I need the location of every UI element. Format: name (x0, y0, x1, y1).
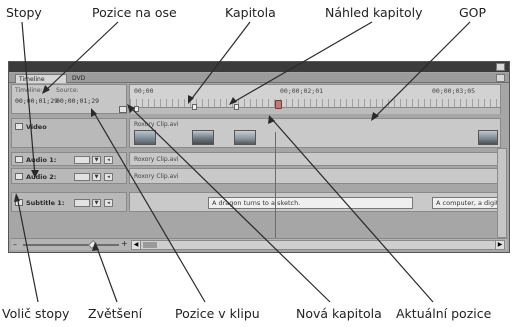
dropdown-icon[interactable]: ▼ (92, 199, 101, 207)
track-header-video[interactable]: Video (11, 118, 127, 148)
panel-titlebar (9, 62, 509, 72)
timecode-area: Timeline: Source: 00;00;01;29 00;00;01;2… (11, 84, 127, 114)
leader-zvetseni (95, 244, 118, 303)
ruler-ticks (130, 99, 500, 107)
ruler-end-label: 00;00;03;05 (432, 87, 476, 95)
tab-timeline[interactable]: Timeline (15, 74, 67, 83)
annotation-volic-stopy: Volič stopy (2, 306, 70, 321)
dropdown-icon[interactable]: ▼ (92, 156, 101, 164)
annotation-pozice-v-klipu: Pozice v klipu (175, 306, 260, 321)
track-name-subtitle-1: Subtitle 1: (26, 199, 65, 207)
annotation-aktualni-pozice: Aktuální pozice (396, 306, 492, 321)
subtitle-clip[interactable]: A dragon turns to a sketch. (208, 197, 413, 209)
track-header-audio-1[interactable]: Audio 1: ▼ ◂ (11, 152, 127, 166)
speaker-icon[interactable]: ◂ (104, 173, 113, 181)
clip-thumbnail (234, 130, 256, 145)
track-name-audio-1: Audio 1: (26, 156, 57, 164)
ruler-start-label: 00;00 (134, 87, 154, 95)
annotation-stopy: Stopy (6, 5, 42, 20)
horizontal-scrollbar[interactable]: ◀ ▶ (131, 240, 505, 250)
bottom-bar: – + ◀ ▶ (11, 238, 507, 250)
subtitle-clip[interactable]: A computer, a digital... (432, 197, 498, 209)
zoom-out-icon[interactable]: – (13, 241, 17, 249)
track-header-audio-2[interactable]: Audio 2: ▼ ◂ (11, 168, 127, 184)
chapter-preview-marker[interactable] (234, 104, 239, 110)
clip-thumbnail (192, 130, 214, 145)
track-name-video: Video (26, 123, 47, 131)
speaker-icon[interactable]: ◂ (104, 156, 113, 164)
timeline-label: Timeline: (15, 87, 43, 94)
clip-label: Roxory Clip.avi (134, 121, 179, 128)
scroll-right-icon[interactable]: ▶ (495, 241, 504, 249)
timeline-panel: Timeline DVD Timeline: Source: 00;00;01;… (8, 61, 510, 253)
zoom-in-icon[interactable]: + (121, 240, 128, 248)
track-body-video[interactable]: Roxory Clip.avi (129, 118, 501, 148)
source-label: Source: (56, 87, 79, 94)
vertical-scrollbar[interactable] (497, 148, 507, 238)
clip-label: Roxory Clip.avi (134, 173, 179, 180)
panel-close-icon[interactable] (496, 63, 505, 71)
tab-row: Timeline DVD (9, 73, 509, 83)
track-expand-icon[interactable] (15, 123, 23, 130)
playhead-line (275, 132, 276, 244)
track-name-audio-2: Audio 2: (26, 173, 57, 181)
ruler-mid-label: 00;00;02;01 (280, 87, 324, 95)
annotation-gop: GOP (459, 5, 487, 20)
track-expand-icon[interactable] (15, 199, 23, 206)
zoom-slider[interactable] (23, 244, 119, 246)
playhead-handle[interactable] (275, 100, 282, 109)
track-body-subtitle-1[interactable]: A dragon turns to a sketch. A computer, … (129, 192, 501, 212)
annotation-zvetseni: Zvětšení (88, 306, 143, 321)
add-chapter-button[interactable] (119, 106, 127, 113)
speaker-icon[interactable]: ◂ (104, 199, 113, 207)
annotation-kapitola: Kapitola (225, 5, 276, 20)
chapter-strip[interactable] (130, 107, 500, 136)
track-body-audio-2[interactable]: Roxory Clip.avi (129, 168, 501, 184)
clip-label: Roxory Clip.avi (134, 156, 179, 163)
timeline-ruler[interactable]: 00;00 00;00;02;01 00;00;03;05 (129, 84, 501, 136)
track-selector-checkbox[interactable] (15, 173, 23, 180)
close-icon[interactable] (496, 74, 505, 82)
clip-thumbnail (134, 130, 156, 145)
chapter-marker[interactable] (192, 104, 197, 110)
annotation-nahled-kapitoly: Náhled kapitoly (325, 5, 423, 20)
track-body-audio-1[interactable]: Roxory Clip.avi (129, 152, 501, 166)
scrollbar-thumb[interactable] (143, 242, 157, 248)
scroll-left-icon[interactable]: ◀ (132, 241, 141, 249)
track-header-subtitle-1[interactable]: Subtitle 1: ▼ ◂ (11, 192, 127, 212)
track-selector[interactable] (74, 173, 90, 181)
clip-thumbnail (478, 130, 498, 145)
track-selector[interactable] (74, 156, 90, 164)
zoom-slider-thumb[interactable] (87, 239, 98, 250)
dropdown-icon[interactable]: ▼ (92, 173, 101, 181)
annotation-pozice-na-ose: Pozice na ose (92, 5, 177, 20)
clip-position-value: 00;00;01;29 (56, 97, 100, 105)
annotation-nova-kapitola: Nová kapitola (296, 306, 382, 321)
chapter-marker-start[interactable] (134, 106, 139, 112)
track-expand-icon[interactable] (15, 156, 23, 163)
track-selector[interactable] (74, 199, 90, 207)
timeline-position-value: 00;00;01;29 (15, 97, 59, 105)
tab-dvd[interactable]: DVD (69, 74, 93, 83)
